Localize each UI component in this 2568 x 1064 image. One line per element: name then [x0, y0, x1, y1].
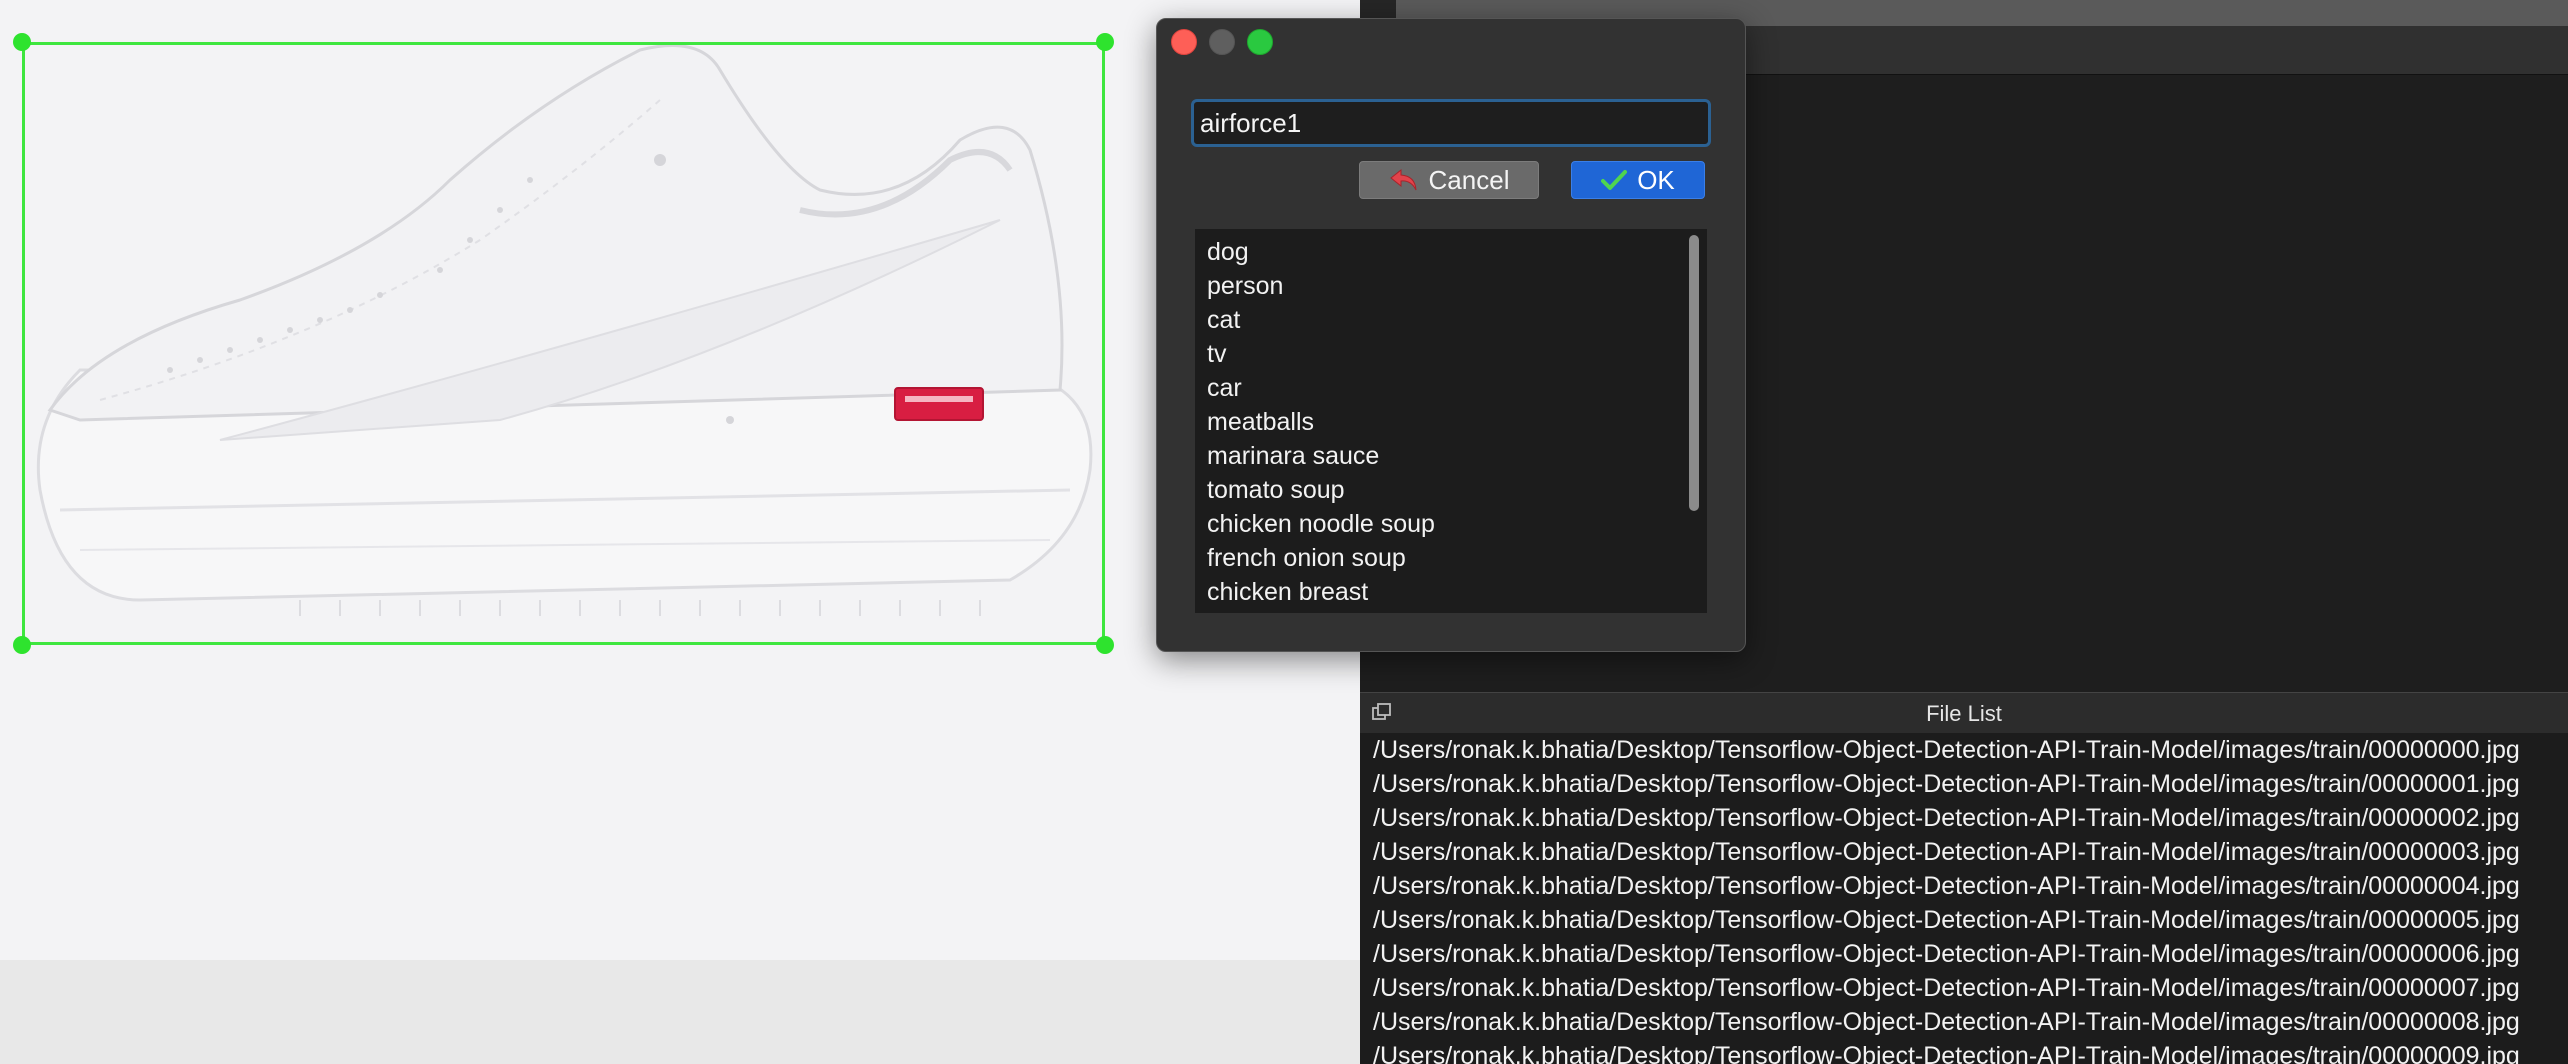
file-list[interactable]: /Users/ronak.k.bhatia/Desktop/Tensorflow…	[1360, 733, 2568, 1064]
label-list-item[interactable]: cat	[1195, 303, 1707, 337]
ok-button-label: OK	[1637, 164, 1675, 195]
file-list-item[interactable]: /Users/ronak.k.bhatia/Desktop/Tensorflow…	[1360, 767, 2568, 801]
label-list[interactable]: dog person cat tv car meatballs marinara…	[1195, 229, 1707, 613]
close-window-button[interactable]	[1171, 29, 1197, 55]
checkmark-icon	[1601, 170, 1628, 190]
file-list-item[interactable]: /Users/ronak.k.bhatia/Desktop/Tensorflow…	[1360, 801, 2568, 835]
label-list-item[interactable]: tv	[1195, 337, 1707, 371]
file-list-item[interactable]: /Users/ronak.k.bhatia/Desktop/Tensorflow…	[1360, 937, 2568, 971]
label-list-scrollbar-thumb[interactable]	[1689, 235, 1699, 511]
file-list-title: File List	[1926, 701, 2002, 726]
file-list-item[interactable]: /Users/ronak.k.bhatia/Desktop/Tensorflow…	[1360, 733, 2568, 767]
label-list-item[interactable]: car	[1195, 371, 1707, 405]
file-list-header: File List	[1360, 692, 2568, 734]
file-list-item[interactable]: /Users/ronak.k.bhatia/Desktop/Tensorflow…	[1360, 903, 2568, 937]
label-input[interactable]	[1191, 99, 1711, 147]
label-list-item[interactable]: tomato soup	[1195, 473, 1707, 507]
label-list-item[interactable]: chicken noodle soup	[1195, 507, 1707, 541]
bbox-handle-bottom-left[interactable]	[13, 636, 31, 654]
ok-button[interactable]: OK	[1571, 161, 1705, 199]
label-list-item[interactable]: dog	[1195, 235, 1707, 269]
label-list-scrollbar[interactable]	[1689, 235, 1699, 607]
bbox-handle-top-right[interactable]	[1096, 33, 1114, 51]
file-list-item[interactable]: /Users/ronak.k.bhatia/Desktop/Tensorflow…	[1360, 835, 2568, 869]
bbox-handle-top-left[interactable]	[13, 33, 31, 51]
cancel-button[interactable]: Cancel	[1359, 161, 1539, 199]
file-list-item[interactable]: /Users/ronak.k.bhatia/Desktop/Tensorflow…	[1360, 1039, 2568, 1064]
undo-arrow-icon	[1389, 168, 1417, 191]
maximize-window-button[interactable]	[1247, 29, 1273, 55]
file-list-item[interactable]: /Users/ronak.k.bhatia/Desktop/Tensorflow…	[1360, 1005, 2568, 1039]
bbox-handle-bottom-right[interactable]	[1096, 636, 1114, 654]
label-list-item[interactable]: chicken breast	[1195, 575, 1707, 609]
bounding-box[interactable]	[22, 42, 1105, 645]
cancel-button-label: Cancel	[1428, 164, 1510, 195]
label-list-item[interactable]: meatballs	[1195, 405, 1707, 439]
file-list-item[interactable]: /Users/ronak.k.bhatia/Desktop/Tensorflow…	[1360, 869, 2568, 903]
label-dialog: Cancel OK dog person cat tv car meatball…	[1156, 18, 1746, 652]
label-list-item[interactable]: marinara sauce	[1195, 439, 1707, 473]
canvas-scroll-area	[0, 960, 1360, 1064]
minimize-window-button[interactable]	[1209, 29, 1235, 55]
label-list-item[interactable]: person	[1195, 269, 1707, 303]
file-list-item[interactable]: /Users/ronak.k.bhatia/Desktop/Tensorflow…	[1360, 971, 2568, 1005]
label-list-item[interactable]: french onion soup	[1195, 541, 1707, 575]
